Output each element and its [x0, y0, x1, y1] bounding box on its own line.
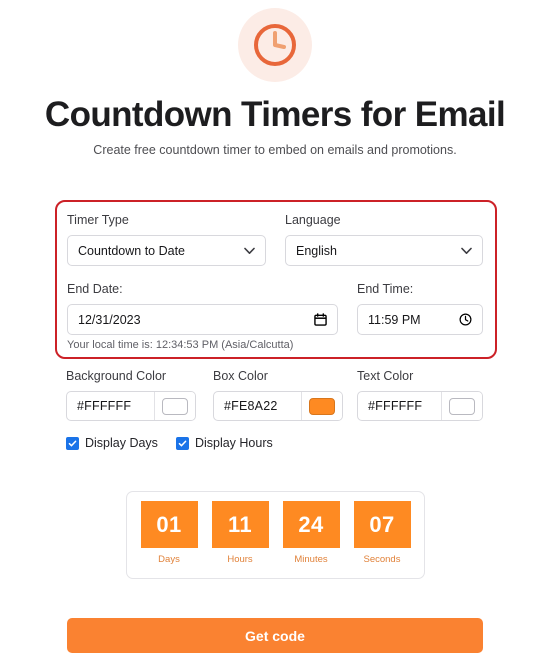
timer-unit-seconds: 07 Seconds — [350, 501, 414, 565]
box-color-swatch-button[interactable] — [301, 392, 342, 420]
page-title: Countdown Timers for Email — [44, 95, 506, 134]
background-color-value: #FFFFFF — [77, 399, 132, 413]
logo-circle — [238, 8, 312, 82]
background-color-swatch — [162, 397, 188, 415]
local-time-note: Your local time is: 12:34:53 PM (Asia/Ca… — [67, 339, 294, 351]
page-subtitle: Create free countdown timer to embed on … — [93, 143, 457, 157]
background-color-label: Background Color — [66, 369, 167, 383]
timer-unit-days: 01 Days — [137, 501, 201, 565]
countdown-timer-page: Countdown Timers for Email Create free c… — [0, 0, 550, 662]
timer-unit-value: 11 — [211, 501, 269, 548]
clock-icon — [254, 24, 296, 66]
timer-unit-caption: Hours — [227, 554, 253, 565]
timer-unit-minutes: 24 Minutes — [279, 501, 343, 565]
display-days-checkbox[interactable]: Display Days — [66, 436, 158, 450]
background-color-field[interactable]: #FFFFFF — [66, 391, 196, 421]
box-color-value: #FE8A22 — [224, 399, 278, 413]
timer-unit-value: 24 — [282, 501, 340, 548]
timer-type-select[interactable]: Countdown to Date — [67, 235, 266, 266]
box-color-swatch — [309, 397, 335, 415]
timer-type-value: Countdown to Date — [78, 243, 186, 258]
checkbox-checked-icon — [66, 436, 79, 450]
timer-preview: 01 Days 11 Hours 24 Minutes 07 Seconds — [126, 491, 425, 579]
timer-unit-value: 01 — [140, 501, 198, 548]
display-days-label: Display Days — [85, 436, 158, 450]
text-color-value: #FFFFFF — [368, 399, 423, 413]
logo — [0, 8, 550, 82]
text-color-swatch-button[interactable] — [441, 392, 482, 420]
background-color-swatch-button[interactable] — [154, 392, 195, 420]
end-time-value: 11:59 PM — [368, 312, 421, 327]
timer-unit-caption: Days — [158, 554, 180, 565]
text-color-label: Text Color — [357, 369, 414, 383]
display-hours-label: Display Hours — [194, 436, 273, 450]
language-select[interactable]: English — [285, 235, 483, 266]
timer-unit-value: 07 — [353, 501, 411, 548]
display-hours-checkbox[interactable]: Display Hours — [175, 436, 273, 450]
get-code-button[interactable]: Get code — [67, 618, 483, 653]
text-color-field[interactable]: #FFFFFF — [357, 391, 483, 421]
language-label: Language — [285, 213, 341, 227]
clock-icon[interactable] — [458, 313, 472, 327]
calendar-icon[interactable] — [313, 313, 327, 327]
checkbox-checked-icon — [175, 436, 189, 450]
end-time-input[interactable]: 11:59 PM — [357, 304, 483, 335]
chevron-down-icon — [460, 245, 472, 257]
end-date-label: End Date: — [67, 282, 123, 296]
chevron-down-icon — [243, 245, 255, 257]
box-color-field[interactable]: #FE8A22 — [213, 391, 343, 421]
language-value: English — [296, 243, 337, 258]
end-time-label: End Time: — [357, 282, 414, 296]
timer-type-label: Timer Type — [67, 213, 129, 227]
end-date-input[interactable]: 12/31/2023 — [67, 304, 338, 335]
text-color-swatch — [449, 397, 475, 415]
display-options-row: Display Days Display Hours — [66, 436, 273, 450]
end-date-value: 12/31/2023 — [78, 312, 141, 327]
timer-unit-caption: Seconds — [363, 554, 401, 565]
timer-unit-caption: Minutes — [294, 554, 328, 565]
timer-unit-hours: 11 Hours — [208, 501, 272, 565]
box-color-label: Box Color — [213, 369, 268, 383]
